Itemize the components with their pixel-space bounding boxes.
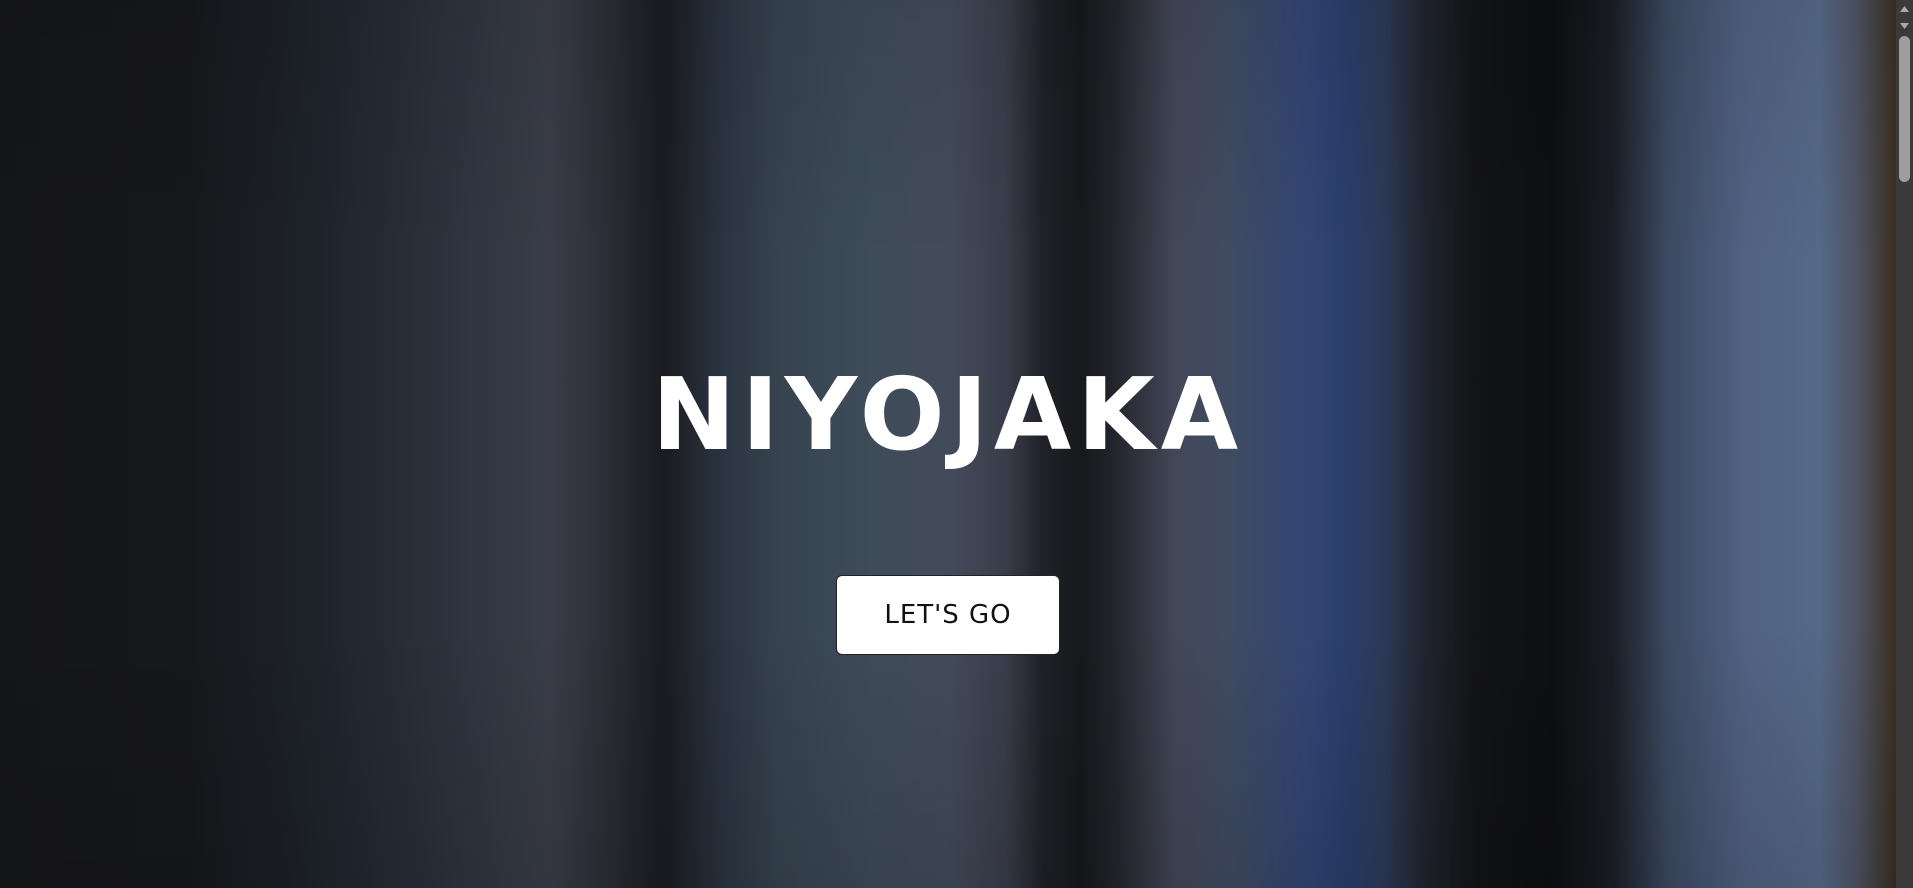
hero-background: NIYOJAKA LET'S GO bbox=[0, 0, 1896, 888]
chevron-down-icon bbox=[1900, 22, 1909, 29]
scrollbar-thumb[interactable] bbox=[1899, 36, 1910, 182]
vertical-scrollbar[interactable] bbox=[1896, 0, 1913, 888]
lets-go-button[interactable]: LET'S GO bbox=[836, 575, 1060, 655]
hero-title: NIYOJAKA bbox=[651, 356, 1245, 473]
scroll-up-button[interactable] bbox=[1896, 0, 1913, 17]
scroll-down-button[interactable] bbox=[1896, 17, 1913, 34]
chevron-up-icon bbox=[1900, 5, 1909, 12]
